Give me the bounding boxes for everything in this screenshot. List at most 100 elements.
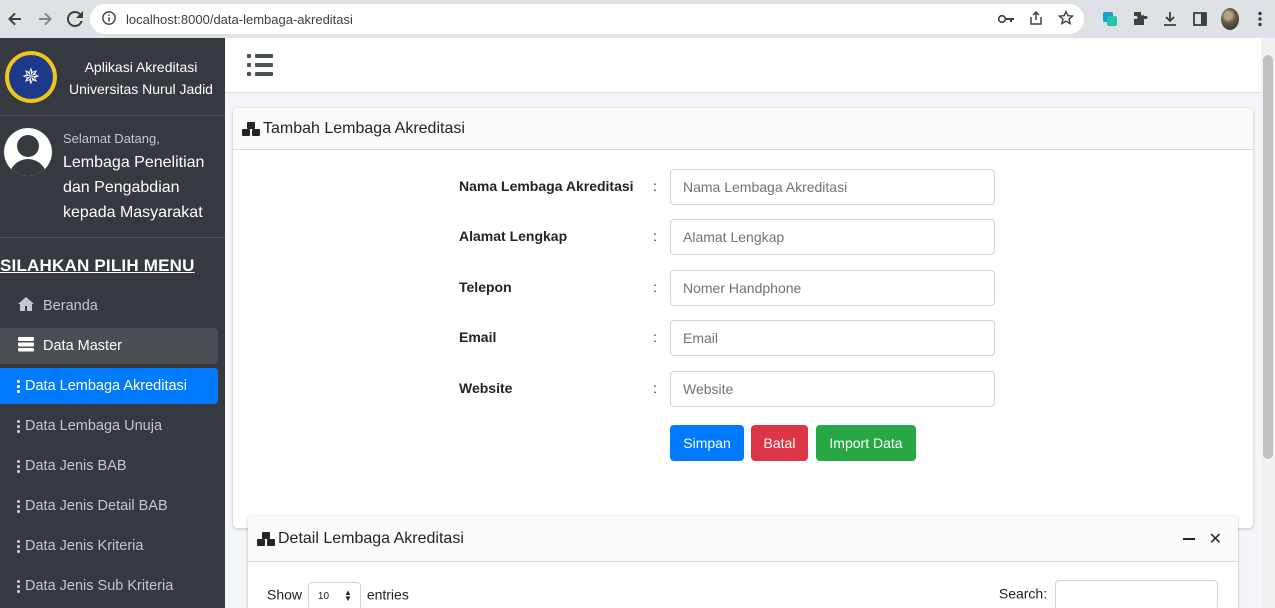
field-colon: : [653, 279, 657, 295]
entries-length-control: Show 10 ▲ ▼ entries [267, 582, 409, 608]
field-colon: : [653, 380, 657, 396]
form-row-website: Website : [233, 371, 1233, 407]
sidebar-item-label: Data Jenis Detail BAB [25, 498, 168, 514]
user-avatar [4, 128, 52, 176]
card-header: Detail Lembaga Akreditasi ✕ [248, 516, 1238, 562]
table-search-control: Search: [999, 580, 1218, 608]
reload-icon[interactable] [60, 4, 90, 34]
sidebar-item-label: Data Jenis Sub Kriteria [25, 578, 174, 594]
download-icon[interactable] [1161, 10, 1179, 28]
sidebar-item-label: Data Master [43, 338, 122, 354]
simpan-button[interactable]: Simpan [670, 425, 744, 461]
brand-subtitle: Universitas Nurul Jadid [69, 80, 213, 97]
dots-icon [16, 379, 21, 393]
dots-icon [16, 499, 21, 513]
sidebar-item-data-jenis-kriteria[interactable]: Data Jenis Kriteria [0, 528, 218, 564]
user-name-line2: dan Pengabdian [63, 179, 180, 196]
bookmark-star-icon[interactable] [1057, 9, 1075, 29]
site-info-icon[interactable] [102, 10, 116, 28]
import-data-button[interactable]: Import Data [816, 425, 916, 461]
menu-header: SILAHKAN PILIH MENU [0, 256, 195, 275]
sidebar-menu: Beranda Data Master Data Lembaga Akredit… [0, 288, 225, 604]
sidebar-item-data-lembaga-unuja[interactable]: Data Lembaga Unuja [0, 408, 218, 444]
batal-button[interactable]: Batal [751, 425, 808, 461]
sidebar-item-label: Data Lembaga Unuja [25, 418, 163, 434]
browser-toolbar: localhost:8000/data-lembaga-akreditasi [0, 0, 1275, 38]
sidebar-item-data-jenis-detail-bab[interactable]: Data Jenis Detail BAB [0, 488, 218, 524]
entries-select[interactable]: 10 ▲ ▼ [307, 582, 361, 608]
telepon-input[interactable] [670, 270, 995, 306]
sidebar-item-data-master[interactable]: Data Master [0, 328, 218, 364]
card-tools: ✕ [1182, 516, 1222, 562]
user-name-line1: Lembaga Penelitian [63, 154, 205, 171]
sidebar-item-label: Data Jenis Kriteria [25, 538, 144, 554]
brand[interactable]: ✵ Aplikasi Akreditasi Universitas Nurul … [0, 38, 225, 116]
select-arrows-icon: ▲ ▼ [344, 588, 352, 603]
field-label: Telepon [459, 279, 512, 295]
field-label: Alamat Lengkap [459, 228, 568, 244]
card-header: Tambah Lembaga Akreditasi [233, 108, 1253, 150]
add-lembaga-card: Tambah Lembaga Akreditasi Nama Lembaga A… [233, 108, 1253, 528]
dots-icon [16, 419, 21, 433]
side-panel-icon[interactable] [1191, 10, 1209, 28]
field-colon: : [653, 329, 657, 345]
sidebar-item-label: Beranda [43, 298, 98, 314]
dots-icon [16, 539, 21, 553]
dots-icon [16, 579, 21, 593]
user-panel: Selamat Datang, Lembaga Penelitian dan P… [0, 116, 225, 238]
entries-label: entries [366, 586, 409, 603]
field-colon: : [653, 228, 657, 244]
sidebar-item-beranda[interactable]: Beranda [0, 288, 218, 324]
collapse-icon[interactable] [1182, 538, 1195, 540]
dots-icon [16, 459, 21, 473]
home-icon [16, 296, 36, 317]
website-input[interactable] [670, 371, 995, 407]
sidebar-item-label: Data Jenis BAB [25, 458, 127, 474]
email-input[interactable] [670, 320, 995, 356]
scrollbar-thumb[interactable] [1263, 55, 1273, 459]
sidebar-toggle-icon[interactable] [247, 54, 273, 76]
address-bar[interactable]: localhost:8000/data-lembaga-akreditasi [90, 4, 1084, 34]
extension-translate-icon[interactable] [1101, 10, 1119, 28]
key-icon[interactable] [997, 11, 1014, 27]
alamat-input[interactable] [670, 219, 995, 255]
url-text[interactable]: localhost:8000/data-lembaga-akreditasi [126, 12, 353, 27]
sidebar-item-data-lembaga-akreditasi[interactable]: Data Lembaga Akreditasi [0, 368, 218, 404]
sidebar-item-data-jenis-bab[interactable]: Data Jenis BAB [0, 448, 218, 484]
nama-lembaga-input[interactable] [670, 169, 995, 205]
field-label: Nama Lembaga Akreditasi [459, 178, 634, 194]
page-scrollbar[interactable] [1261, 38, 1275, 608]
share-icon[interactable] [1028, 10, 1044, 29]
show-label: Show [267, 586, 303, 603]
extensions-puzzle-icon[interactable] [1131, 10, 1149, 28]
card-title: Detail Lembaga Akreditasi [278, 529, 464, 547]
user-name-line3: kepada Masyarakat [63, 204, 203, 221]
back-icon[interactable] [0, 4, 30, 34]
form-row-email: Email : [233, 320, 1233, 356]
database-icon [16, 336, 36, 357]
sidebar: ✵ Aplikasi Akreditasi Universitas Nurul … [0, 38, 225, 608]
field-label: Website [459, 380, 513, 396]
top-navbar [225, 38, 1261, 93]
cubes-icon [242, 121, 260, 136]
cubes-icon [257, 531, 275, 546]
welcome-text: Selamat Datang, [63, 131, 160, 146]
close-icon[interactable]: ✕ [1209, 529, 1222, 549]
more-menu-icon[interactable] [1251, 10, 1269, 28]
form-row-telepon: Telepon : [233, 270, 1233, 306]
table-search-input[interactable] [1055, 580, 1218, 608]
sidebar-item-data-jenis-sub-kriteria[interactable]: Data Jenis Sub Kriteria [0, 568, 218, 604]
card-title: Tambah Lembaga Akreditasi [263, 119, 465, 137]
sidebar-item-label: Data Lembaga Akreditasi [25, 378, 188, 394]
entries-select-value: 10 [317, 591, 330, 602]
brand-title: Aplikasi Akreditasi [84, 58, 198, 75]
field-label: Email [459, 329, 497, 345]
search-label: Search: [998, 585, 1048, 602]
field-colon: : [653, 178, 657, 194]
form-row-nama: Nama Lembaga Akreditasi : [233, 169, 1233, 205]
profile-avatar[interactable] [1221, 8, 1239, 30]
university-logo: ✵ [5, 50, 57, 103]
detail-lembaga-card: Detail Lembaga Akreditasi ✕ Show 10 ▲ ▼ e… [248, 516, 1238, 608]
form-row-alamat: Alamat Lengkap : [233, 219, 1233, 255]
forward-icon[interactable] [30, 4, 60, 34]
